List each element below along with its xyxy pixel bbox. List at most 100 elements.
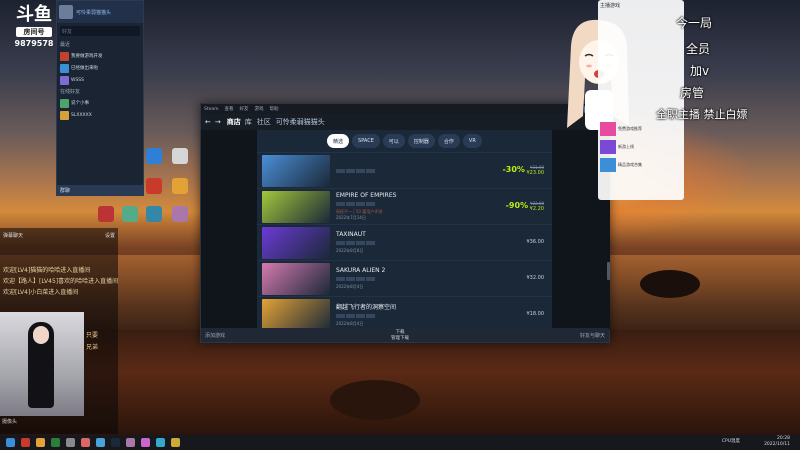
tab-controller[interactable]: 控制器 [407,134,435,148]
game-row[interactable]: -30% ¥31.00 ¥23.00 [257,152,552,188]
app-icon[interactable] [66,438,75,447]
game-row[interactable]: 翻越飞行者的洞察空间 2022年8月4日 ¥18.00 [257,296,552,330]
app-icon[interactable] [21,438,30,447]
steam-friends-window: 可怜柔弱猫猫头 好友 最近 我要做游戏开发 已经做出来啦 WSSS 在线好友 说… [56,0,144,196]
avatar[interactable] [59,5,73,19]
list-item[interactable]: 精品游戏合集 [598,156,684,174]
overlay-title: 主播游戏 [600,3,621,9]
username[interactable]: 可怜柔弱猫猫头 [76,9,111,16]
back-arrow-icon[interactable]: ← [205,118,211,126]
menu-item[interactable]: 查看 [225,106,234,112]
chat-header: 弹幕聊天 设置 [0,228,118,242]
list-item[interactable]: 免费游戏推荐 [598,120,684,138]
chat-title: 弹幕聊天 [3,232,24,239]
steam-icon[interactable] [111,438,120,447]
nav-profile[interactable]: 可怜柔弱猫猫头 [276,117,325,127]
game-capsule-image[interactable] [262,298,330,330]
friends-search-input[interactable]: 好友 [60,26,140,36]
menu-item[interactable]: 帮助 [270,106,279,112]
app-icon[interactable] [172,178,188,194]
steam-nav: ← → 商店 库 社区 可怜柔弱猫猫头 [201,114,609,130]
list-item[interactable]: 说个小事 [57,97,143,109]
game-name[interactable]: TAXINAUT [336,231,552,238]
app-icon[interactable] [146,148,162,164]
friend-name: WSSS [71,77,85,83]
add-game-button[interactable]: 添加游戏 [205,332,225,339]
game-name[interactable]: 翻越飞行者的洞察空间 [336,302,552,311]
tab-coop[interactable]: 合作 [437,134,460,148]
tray-cpu[interactable]: CPU温度 [722,438,740,444]
game-capsule-image[interactable] [262,226,330,259]
room-number: 9879578 [14,39,54,48]
app-icon[interactable] [171,438,180,447]
thumbnail [600,158,616,172]
tab-space[interactable]: SPACE [352,134,380,148]
game-row[interactable]: TAXINAUT 2022年8月8日 ¥36.00 [257,224,552,260]
date: 2022/10/11 [764,442,790,447]
list-item[interactable]: 新游上线 [598,138,684,156]
app-icon[interactable] [126,438,135,447]
item-label: 精品游戏合集 [618,162,642,167]
clock[interactable]: 20:28 2022/10/11 [764,436,790,448]
friends-chat-button[interactable]: 好友与聊天 [580,332,605,339]
price-block: ¥32.00 [527,275,545,282]
friend-name: 已经做出来啦 [71,66,98,71]
tab-category[interactable]: 可以 [382,134,405,148]
price-block: ¥18.00 [527,311,545,318]
item-label: 免费游戏推荐 [618,126,642,131]
chat-settings-button[interactable]: 设置 [105,232,115,239]
list-item[interactable]: 已经做出来啦 [57,62,143,74]
list-item[interactable]: WSSS [57,74,143,86]
app-icon[interactable] [81,438,90,447]
overlay-text: 全员 [686,42,711,56]
tab-featured[interactable]: 精选 [327,134,350,148]
price-block: ¥36.00 [527,239,545,246]
game-capsule-image[interactable] [262,154,330,187]
game-name[interactable]: SAKURA ALIEN 2 [336,267,552,274]
release-date: 2022年7月14日 [336,215,366,220]
manage-downloads-label: 管理下载 [391,336,409,341]
menu-item[interactable]: 游戏 [255,106,264,112]
release-date: 2022年8月4日 [336,284,364,289]
list-item[interactable]: SLXXXXX [57,109,143,121]
discount-badge: -30% [502,165,525,174]
app-icon[interactable] [156,438,165,447]
group-chat-button[interactable]: 群聊 [57,185,143,195]
downloads-button[interactable]: 下载 管理下载 [391,329,409,341]
logo-text: 斗鱼 [16,4,52,25]
app-icon[interactable] [146,178,162,194]
game-tags [336,241,552,245]
app-icon[interactable] [122,206,138,222]
price-block: -90% ¥22.00 ¥2.20 [506,201,544,212]
chat-gift-row [0,242,118,264]
forward-arrow-icon[interactable]: → [215,118,221,126]
game-tags [336,314,552,318]
game-capsule-image[interactable] [262,190,330,223]
start-icon[interactable] [6,438,15,447]
game-row[interactable]: EMPIRE OF EMPIRES 褒贬不一 | 50 篇用户评测 2022年7月1… [257,188,552,224]
app-icon[interactable] [146,206,162,222]
chat-message: 只要 [86,332,99,339]
menu-item[interactable]: 好友 [240,106,249,112]
app-icon[interactable] [172,148,188,164]
app-icon[interactable] [141,438,150,447]
nav-community[interactable]: 社区 [257,117,271,127]
nav-library[interactable]: 库 [245,117,252,127]
tab-vr[interactable]: VR [462,134,482,148]
game-row[interactable]: SAKURA ALIEN 2 2022年8月4日 ¥32.00 [257,260,552,296]
nav-store[interactable]: 商店 [227,117,241,127]
app-icon[interactable] [172,206,188,222]
list-item[interactable]: 我要做游戏开发 [57,50,143,62]
menu-item[interactable]: Steam [204,107,219,112]
app-icon[interactable] [98,206,114,222]
game-list: -30% ¥31.00 ¥23.00 EMPIRE OF EMPIRES 褒贬不一 |… [257,152,552,330]
app-icon[interactable] [36,438,45,447]
game-capsule-image[interactable] [262,262,330,295]
final-price: ¥2.20 [529,206,544,212]
app-icon[interactable] [96,438,105,447]
chat-message: 兄弟 [86,344,99,351]
app-icon[interactable] [51,438,60,447]
final-price: ¥32.00 [526,275,545,282]
game-name[interactable]: EMPIRE OF EMPIRES [336,192,552,199]
scrollbar[interactable] [607,262,610,280]
